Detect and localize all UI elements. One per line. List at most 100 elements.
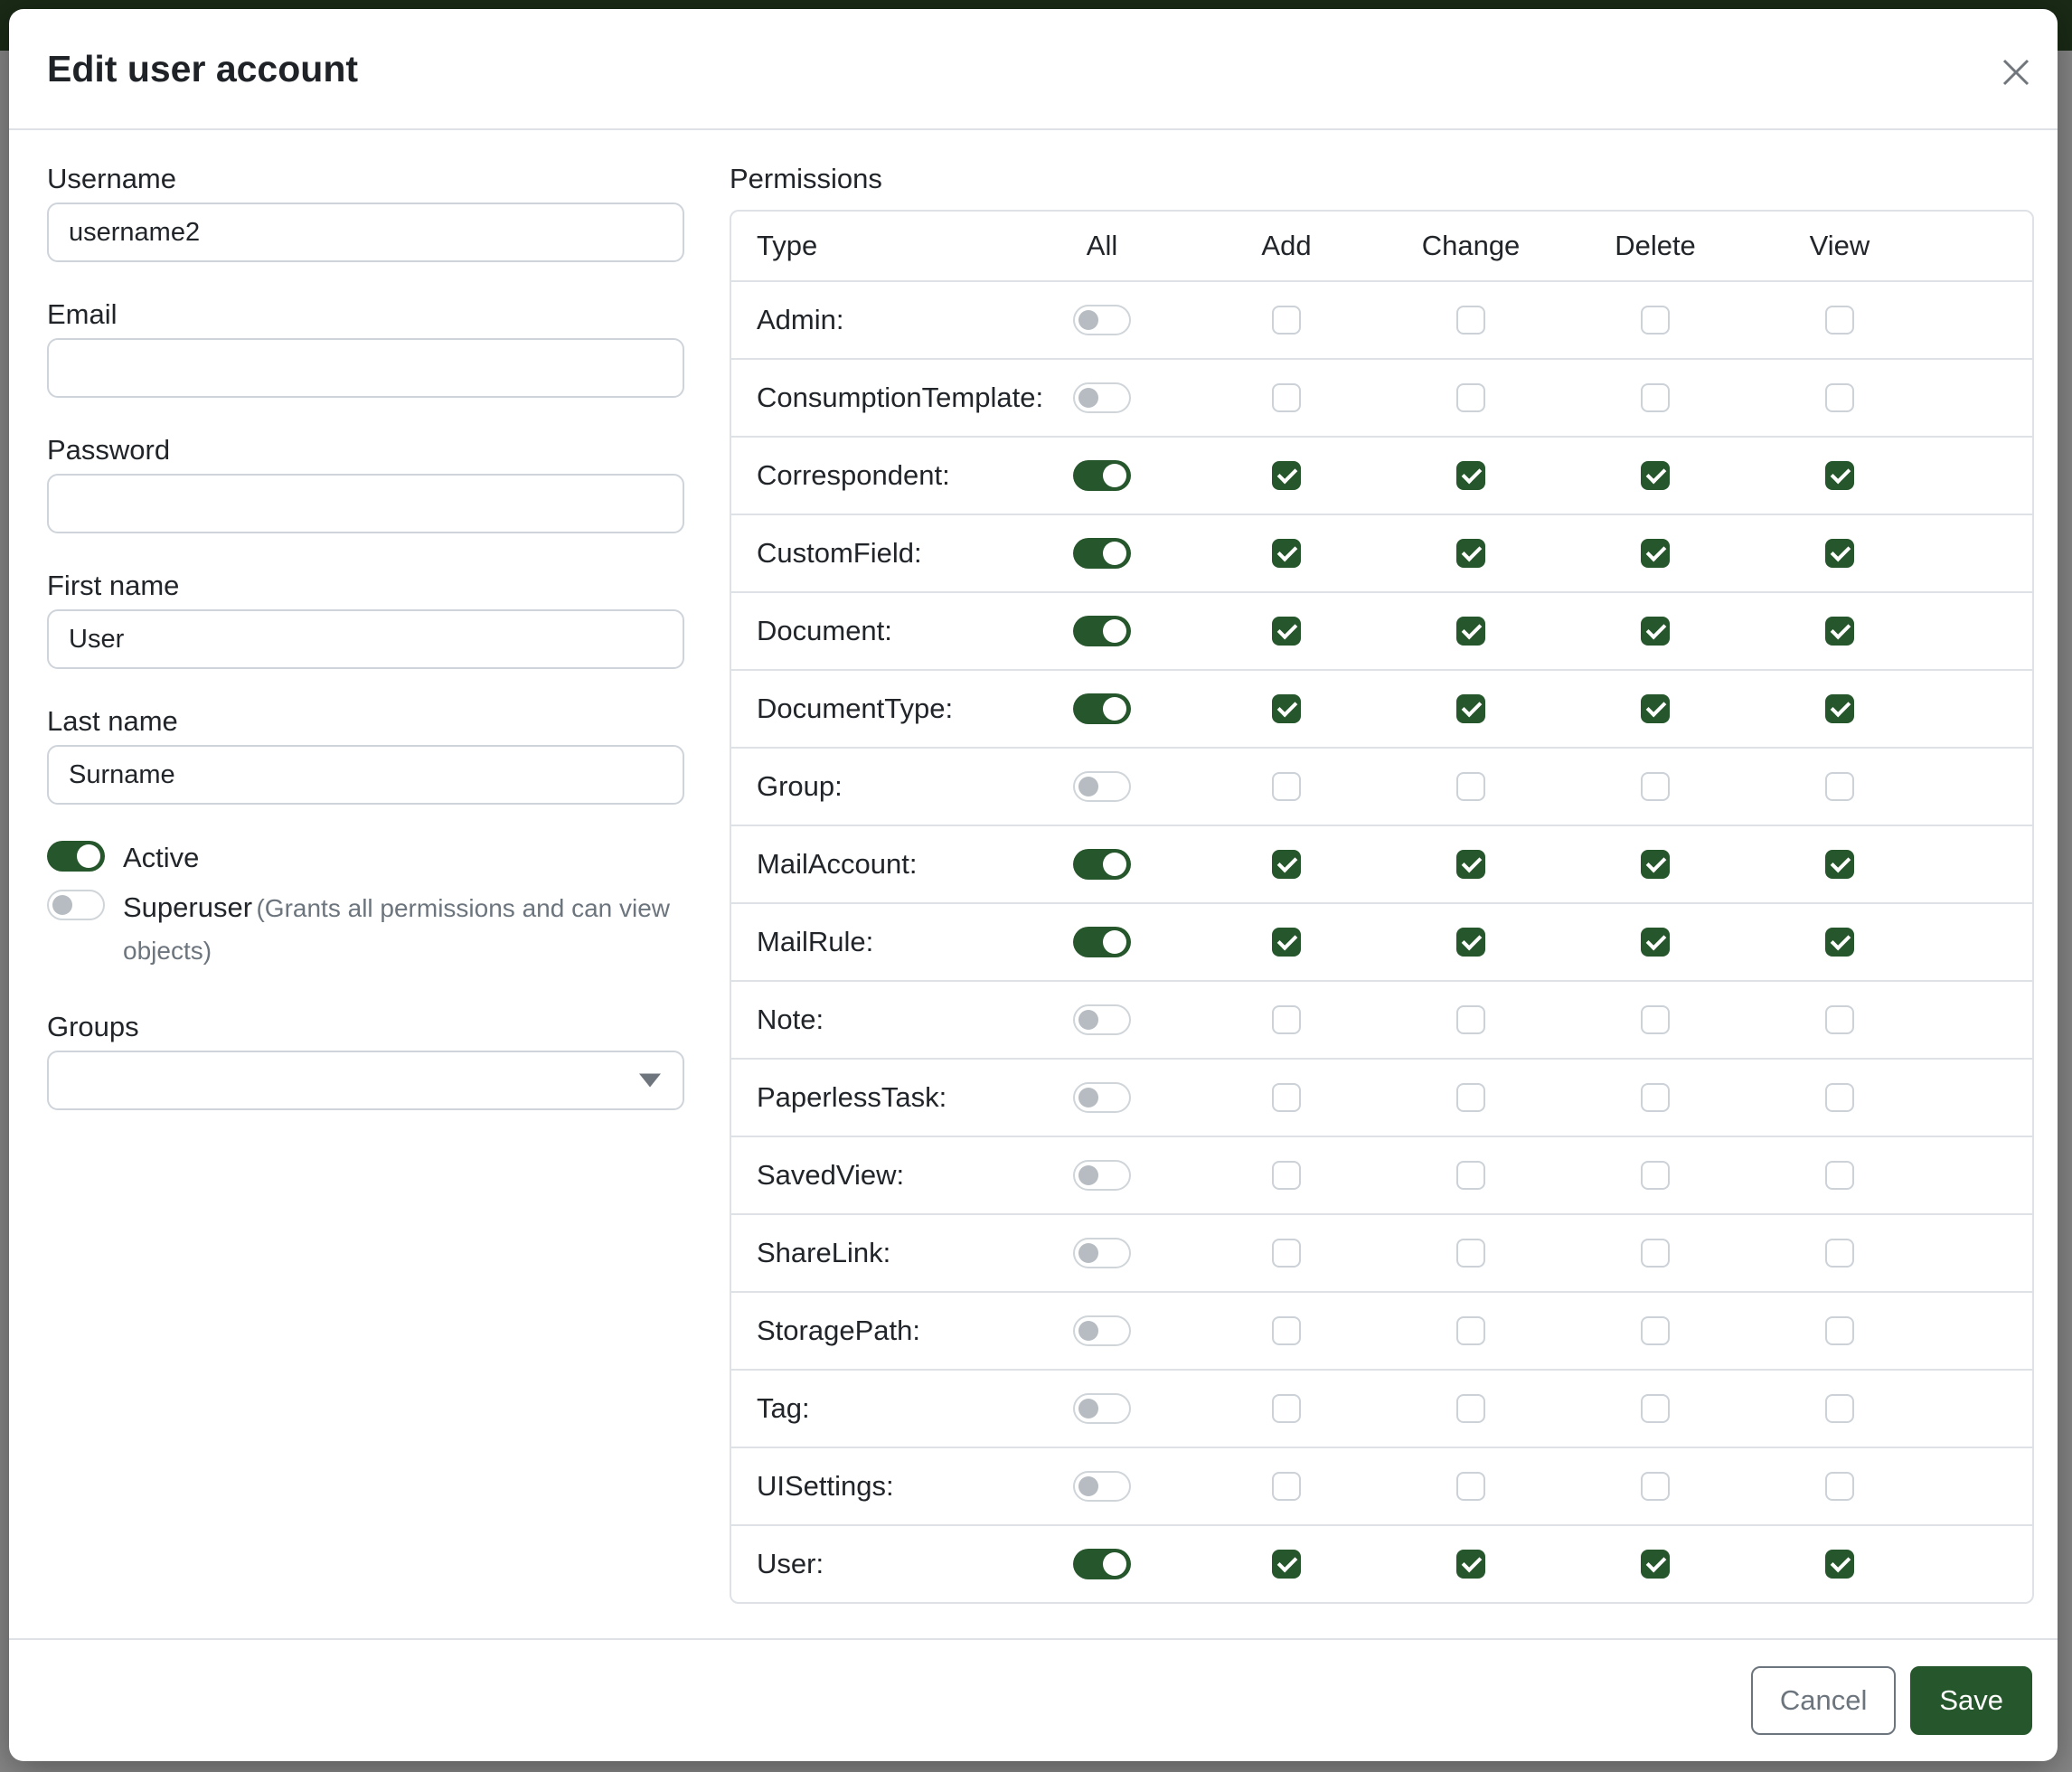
permission-add-checkbox[interactable] [1272,1472,1301,1501]
permissions-table: Type All Add Change Delete View Admin: [730,210,2034,1604]
permission-all-toggle[interactable] [1073,382,1131,413]
permission-view-checkbox[interactable] [1825,1005,1854,1034]
permission-view-checkbox[interactable] [1825,1239,1854,1268]
groups-select[interactable] [47,1051,684,1110]
permission-delete-checkbox[interactable] [1641,461,1670,490]
permission-change-checkbox[interactable] [1456,461,1485,490]
modal-header: Edit user account [9,9,2058,130]
permission-change-checkbox[interactable] [1456,1316,1485,1345]
permission-all-toggle[interactable] [1073,1082,1131,1113]
superuser-toggle[interactable] [47,890,105,920]
permission-change-checkbox[interactable] [1456,850,1485,879]
permission-change-checkbox[interactable] [1456,1083,1485,1112]
permission-view-checkbox[interactable] [1825,1394,1854,1423]
permission-change-checkbox[interactable] [1456,928,1485,957]
permission-delete-checkbox[interactable] [1641,1239,1670,1268]
permission-add-checkbox[interactable] [1272,850,1301,879]
first-name-label: First name [47,570,684,602]
permission-add-checkbox[interactable] [1272,772,1301,801]
permission-delete-checkbox[interactable] [1641,1316,1670,1345]
permission-delete-checkbox[interactable] [1641,1472,1670,1501]
permission-all-toggle[interactable] [1073,1004,1131,1035]
permission-all-toggle[interactable] [1073,927,1131,957]
permission-change-checkbox[interactable] [1456,1394,1485,1423]
close-button[interactable] [1994,51,2038,94]
last-name-input[interactable] [47,745,684,805]
permission-all-toggle[interactable] [1073,1160,1131,1191]
permission-delete-checkbox[interactable] [1641,539,1670,568]
permission-view-checkbox[interactable] [1825,1316,1854,1345]
permission-add-checkbox[interactable] [1272,1394,1301,1423]
permission-view-checkbox[interactable] [1825,850,1854,879]
permission-add-checkbox[interactable] [1272,1550,1301,1579]
permission-all-toggle[interactable] [1073,616,1131,646]
permission-all-toggle[interactable] [1073,849,1131,880]
permission-change-checkbox[interactable] [1456,617,1485,646]
permission-delete-checkbox[interactable] [1641,617,1670,646]
permission-change-checkbox[interactable] [1456,1239,1485,1268]
permission-add-checkbox[interactable] [1272,1005,1301,1034]
permission-view-checkbox[interactable] [1825,1083,1854,1112]
email-input[interactable] [47,338,684,398]
permission-all-toggle[interactable] [1073,538,1131,569]
permission-view-checkbox[interactable] [1825,694,1854,723]
permission-view-checkbox[interactable] [1825,383,1854,412]
permission-change-checkbox[interactable] [1456,1005,1485,1034]
permission-view-checkbox[interactable] [1825,1161,1854,1190]
permission-all-toggle[interactable] [1073,693,1131,724]
permission-view-checkbox[interactable] [1825,1472,1854,1501]
permission-change-checkbox[interactable] [1456,772,1485,801]
permission-delete-checkbox[interactable] [1641,1005,1670,1034]
permission-delete-checkbox[interactable] [1641,306,1670,335]
permission-add-checkbox[interactable] [1272,1161,1301,1190]
permission-delete-checkbox[interactable] [1641,383,1670,412]
permission-add-checkbox[interactable] [1272,694,1301,723]
permission-all-toggle[interactable] [1073,305,1131,335]
permission-change-checkbox[interactable] [1456,306,1485,335]
permission-view-checkbox[interactable] [1825,928,1854,957]
permission-add-checkbox[interactable] [1272,383,1301,412]
permission-add-checkbox[interactable] [1272,539,1301,568]
permission-add-checkbox[interactable] [1272,306,1301,335]
permission-add-checkbox[interactable] [1272,928,1301,957]
password-input[interactable] [47,474,684,533]
permission-type-label: StoragePath: [731,1315,920,1347]
permission-add-checkbox[interactable] [1272,461,1301,490]
permission-add-checkbox[interactable] [1272,1083,1301,1112]
permission-change-checkbox[interactable] [1456,1161,1485,1190]
permission-delete-checkbox[interactable] [1641,1394,1670,1423]
permission-all-toggle[interactable] [1073,1393,1131,1424]
permission-add-checkbox[interactable] [1272,617,1301,646]
permission-all-toggle[interactable] [1073,771,1131,802]
permission-delete-checkbox[interactable] [1641,694,1670,723]
permission-delete-checkbox[interactable] [1641,850,1670,879]
permission-add-checkbox[interactable] [1272,1239,1301,1268]
permission-all-toggle[interactable] [1073,1471,1131,1502]
permission-view-checkbox[interactable] [1825,772,1854,801]
permission-change-checkbox[interactable] [1456,539,1485,568]
permission-add-checkbox[interactable] [1272,1316,1301,1345]
permission-change-checkbox[interactable] [1456,383,1485,412]
permission-all-toggle[interactable] [1073,1315,1131,1346]
permission-view-checkbox[interactable] [1825,617,1854,646]
permission-delete-checkbox[interactable] [1641,1550,1670,1579]
cancel-button[interactable]: Cancel [1751,1666,1897,1735]
permission-delete-checkbox[interactable] [1641,1083,1670,1112]
save-button[interactable]: Save [1910,1666,2032,1735]
first-name-input[interactable] [47,609,684,669]
permission-delete-checkbox[interactable] [1641,772,1670,801]
permission-change-checkbox[interactable] [1456,694,1485,723]
permission-all-toggle[interactable] [1073,1238,1131,1268]
active-toggle[interactable] [47,841,105,872]
permission-view-checkbox[interactable] [1825,461,1854,490]
permission-view-checkbox[interactable] [1825,306,1854,335]
permission-change-checkbox[interactable] [1456,1472,1485,1501]
username-input[interactable] [47,203,684,262]
permission-all-toggle[interactable] [1073,460,1131,491]
permission-delete-checkbox[interactable] [1641,928,1670,957]
permission-delete-checkbox[interactable] [1641,1161,1670,1190]
permission-all-toggle[interactable] [1073,1549,1131,1579]
permission-change-checkbox[interactable] [1456,1550,1485,1579]
permission-view-checkbox[interactable] [1825,1550,1854,1579]
permission-view-checkbox[interactable] [1825,539,1854,568]
